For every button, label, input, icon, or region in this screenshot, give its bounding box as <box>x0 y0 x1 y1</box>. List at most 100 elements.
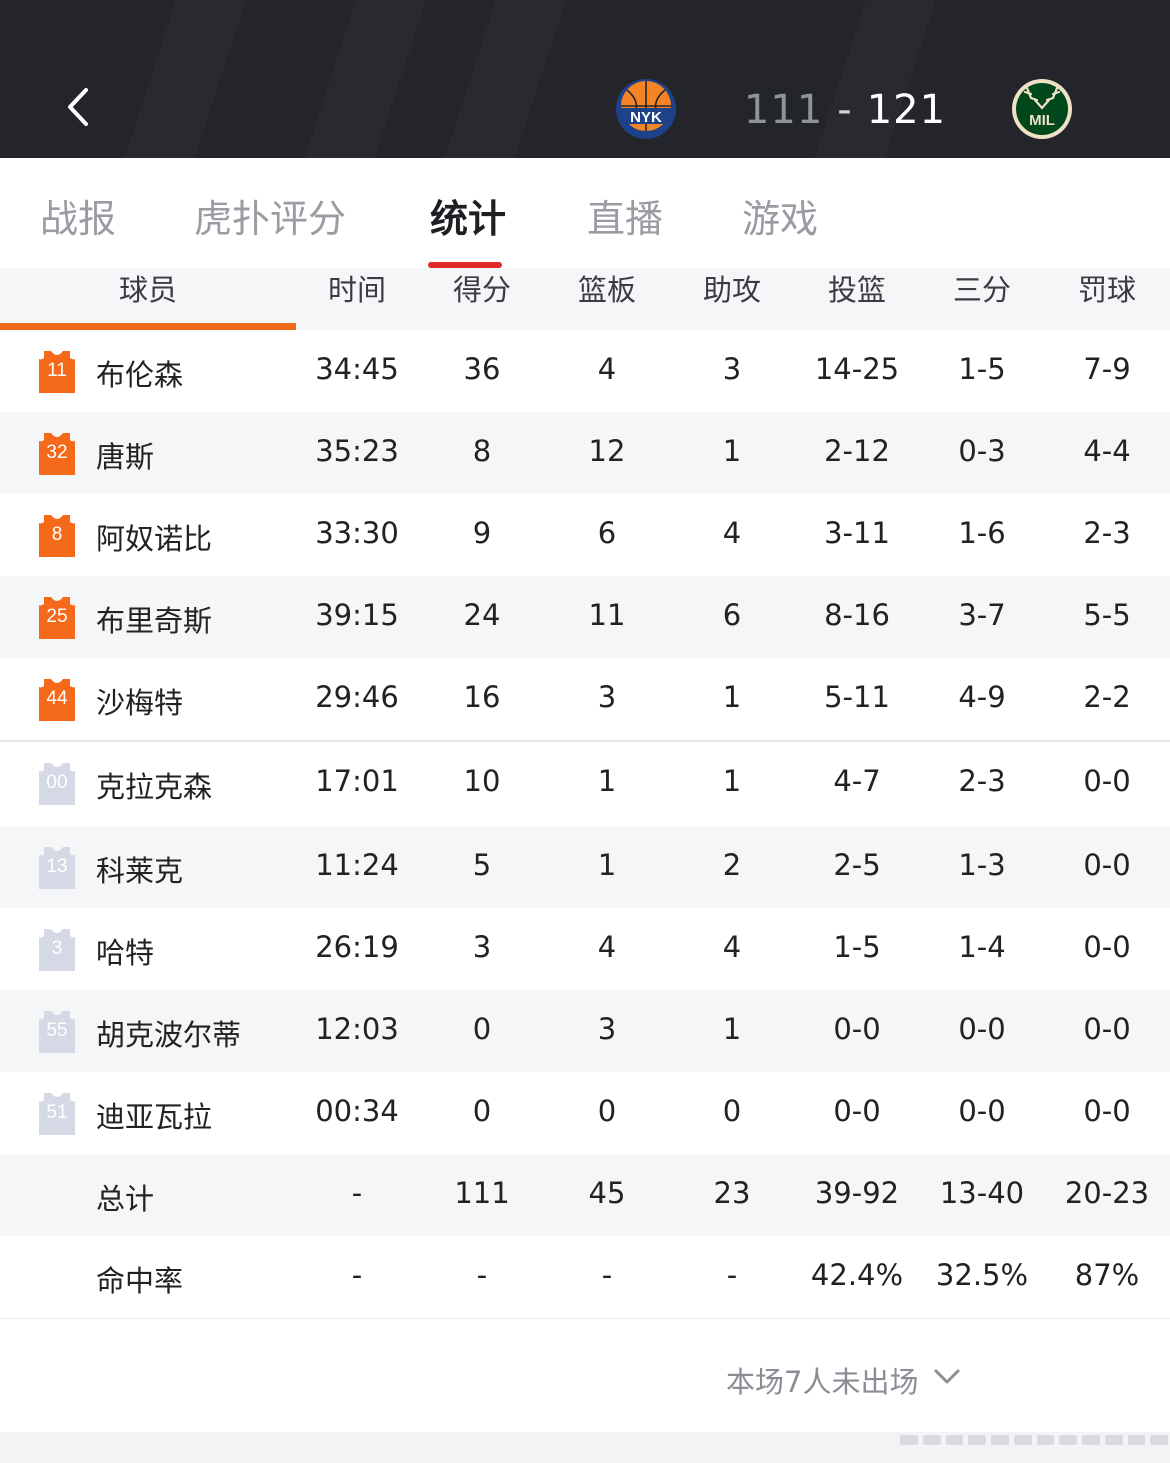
jersey-number: 55 <box>46 1020 68 1041</box>
player-name-cell: 8 阿奴诺比 <box>0 494 296 576</box>
jersey-number: 44 <box>46 688 68 709</box>
player-row[interactable]: 44 沙梅特 29:46 16 3 1 5-11 4-9 2-2 <box>0 658 1170 740</box>
points-cell: 8 <box>472 434 492 468</box>
field-goals-cell: 4-7 <box>833 764 881 798</box>
three-pointers-cell: 32.5% <box>935 1258 1029 1292</box>
column-header-rebounds[interactable]: 篮板 <box>545 268 669 330</box>
player-row[interactable]: 11 布伦森 34:45 36 4 3 14-25 1-5 7-9 <box>0 330 1170 412</box>
minutes-cell: 29:46 <box>315 680 399 714</box>
column-header-field-goals[interactable]: 投篮 <box>795 268 919 330</box>
minutes-cell: 26:19 <box>315 930 399 964</box>
column-header-points[interactable]: 得分 <box>420 268 544 330</box>
player-name[interactable]: 科莱克 <box>96 848 183 890</box>
player-name[interactable]: 布伦森 <box>96 352 183 394</box>
column-header-free-throws[interactable]: 罚球 <box>1045 268 1169 330</box>
jersey-number: 25 <box>46 606 68 627</box>
tab-game[interactable]: 游戏 <box>742 188 818 243</box>
three-pointers-cell: 0-3 <box>958 434 1006 468</box>
tab-stats[interactable]: 统计 <box>430 188 506 243</box>
player-row[interactable]: 00 克拉克森 17:01 10 1 1 4-7 2-3 0-0 <box>0 740 1170 826</box>
home-team-logo[interactable]: NYK <box>615 78 677 140</box>
assists-cell: 4 <box>722 516 742 550</box>
chevron-down-icon[interactable] <box>932 1365 962 1389</box>
player-row[interactable]: 13 科莱克 11:24 5 1 2 2-5 1-3 0-0 <box>0 826 1170 908</box>
column-header-assists[interactable]: 助攻 <box>670 268 794 330</box>
free-throws-cell: 5-5 <box>1083 598 1131 632</box>
player-name[interactable]: 沙梅特 <box>96 680 183 722</box>
three-pointers-cell: 1-5 <box>958 352 1006 386</box>
three-pointers-cell: 1-3 <box>958 848 1006 882</box>
rebounds-cell: 1 <box>597 764 617 798</box>
game-header: NYK 111 - 121 MIL <box>0 0 1170 158</box>
points-cell: 10 <box>463 764 501 798</box>
rebounds-cell: 6 <box>597 516 617 550</box>
jersey-number: 3 <box>51 938 63 959</box>
field-goals-cell: 39-92 <box>814 1176 900 1210</box>
jersey-number-badge: 51 <box>38 1092 76 1136</box>
field-goals-cell: 1-5 <box>833 930 881 964</box>
points-cell: 111 <box>454 1176 510 1210</box>
free-throws-cell: 0-0 <box>1083 848 1131 882</box>
minutes-cell: 39:15 <box>315 598 399 632</box>
field-goals-cell: 0-0 <box>833 1094 881 1128</box>
field-goals-cell: 2-12 <box>824 434 890 468</box>
rebounds-cell: 11 <box>588 598 626 632</box>
assists-cell: 1 <box>722 680 742 714</box>
jersey-number-badge: 55 <box>38 1010 76 1054</box>
home-team-abbr: NYK <box>630 109 662 126</box>
rebounds-cell: - <box>601 1258 613 1292</box>
minutes-cell: 33:30 <box>315 516 399 550</box>
home-score: 111 <box>743 87 824 133</box>
player-name-cell: 3 哈特 <box>0 908 296 990</box>
jersey-number-badge: 3 <box>38 928 76 972</box>
column-header-minutes[interactable]: 时间 <box>296 268 418 330</box>
player-row[interactable]: 32 唐斯 35:23 8 12 1 2-12 0-3 4-4 <box>0 412 1170 494</box>
points-cell: 0 <box>472 1012 492 1046</box>
header-decoration <box>438 0 573 158</box>
box-score-table: 球员 时间 得分 篮板 助攻 投篮 三分 罚球 11 布伦森 34:45 36 4 3 14… <box>0 268 1170 1318</box>
free-throws-cell: 7-9 <box>1083 352 1131 386</box>
tab-report[interactable]: 战报 <box>40 188 116 243</box>
player-name[interactable]: 哈特 <box>96 930 154 972</box>
assists-cell: 2 <box>722 848 742 882</box>
player-name[interactable]: 迪亚瓦拉 <box>96 1094 212 1136</box>
minutes-cell: 11:24 <box>315 848 399 882</box>
jersey-number: 13 <box>46 856 68 877</box>
player-name[interactable]: 胡克波尔蒂 <box>96 1012 241 1054</box>
player-name[interactable]: 布里奇斯 <box>96 598 212 640</box>
away-team-logo[interactable]: MIL <box>1011 78 1073 140</box>
column-header-player[interactable]: 球员 <box>0 268 296 330</box>
assists-cell: 1 <box>722 764 742 798</box>
back-button[interactable] <box>52 76 108 140</box>
totals-row: 总计 - 111 45 23 39-92 13-40 20-23 <box>0 1154 1170 1236</box>
minutes-cell: 12:03 <box>315 1012 399 1046</box>
minutes-cell: 00:34 <box>315 1094 399 1128</box>
assists-cell: 1 <box>722 1012 742 1046</box>
minutes-cell: 17:01 <box>315 764 399 798</box>
jersey-number: 51 <box>46 1102 68 1123</box>
tab-ratings[interactable]: 虎扑评分 <box>194 188 346 243</box>
field-goals-cell: 14-25 <box>814 352 900 386</box>
player-name[interactable]: 克拉克森 <box>96 764 212 806</box>
rebounds-cell: 3 <box>597 680 617 714</box>
player-name-cell: 总计 <box>0 1154 296 1236</box>
minutes-cell: - <box>351 1258 363 1292</box>
player-row[interactable]: 25 布里奇斯 39:15 24 11 6 8-16 3-7 5-5 <box>0 576 1170 658</box>
dnp-toggle[interactable]: 本场7人未出场 <box>726 1359 918 1401</box>
player-row[interactable]: 55 胡克波尔蒂 12:03 0 3 1 0-0 0-0 0-0 <box>0 990 1170 1072</box>
jersey-number: 00 <box>46 772 68 793</box>
player-row[interactable]: 3 哈特 26:19 3 4 4 1-5 1-4 0-0 <box>0 908 1170 990</box>
player-row[interactable]: 8 阿奴诺比 33:30 9 6 4 3-11 1-6 2-3 <box>0 494 1170 576</box>
jersey-number-badge: 00 <box>38 762 76 806</box>
points-cell: 36 <box>463 352 501 386</box>
player-row[interactable]: 51 迪亚瓦拉 00:34 0 0 0 0-0 0-0 0-0 <box>0 1072 1170 1154</box>
player-name[interactable]: 唐斯 <box>96 434 154 476</box>
assists-cell: 1 <box>722 434 742 468</box>
field-goals-cell: 2-5 <box>833 848 881 882</box>
tab-live[interactable]: 直播 <box>587 188 663 243</box>
assists-cell: 23 <box>713 1176 751 1210</box>
player-name[interactable]: 阿奴诺比 <box>96 516 212 558</box>
free-throws-cell: 0-0 <box>1083 1094 1131 1128</box>
jersey-number-badge: 25 <box>38 596 76 640</box>
column-header-three-pointers[interactable]: 三分 <box>920 268 1044 330</box>
